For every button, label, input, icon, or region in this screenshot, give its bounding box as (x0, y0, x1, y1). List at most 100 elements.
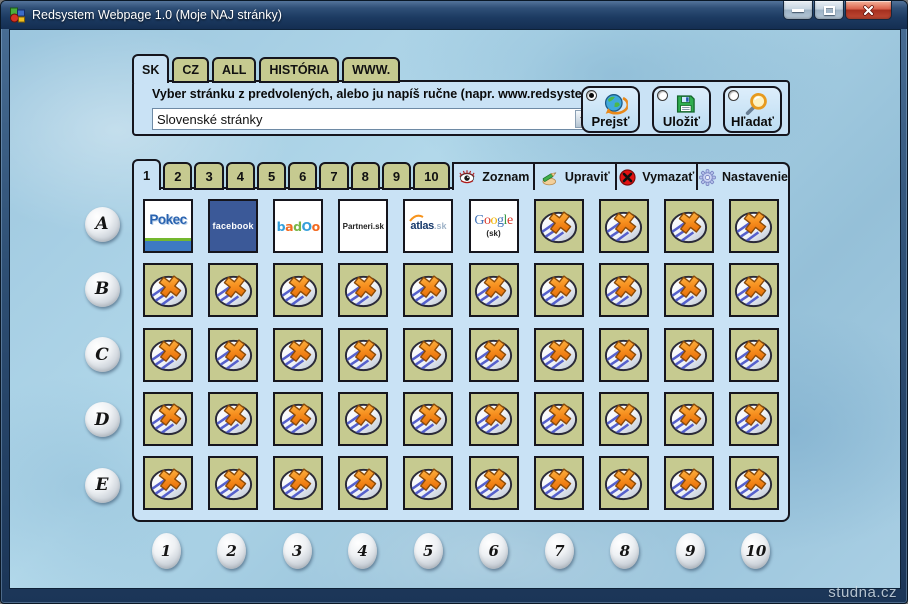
col-button-2[interactable]: 2 (217, 533, 247, 569)
empty-slot-cell-c10[interactable] (728, 327, 779, 382)
row-button-d[interactable]: D (84, 402, 120, 438)
row-button-c[interactable]: C (84, 337, 120, 372)
site-cell-facebook[interactable]: facebook (208, 199, 259, 253)
empty-slot-cell-c9[interactable] (663, 327, 714, 382)
empty-slot-cell-b2[interactable] (208, 263, 259, 318)
empty-slot-cell-b8[interactable] (598, 263, 649, 318)
delete-tool[interactable]: Vymazať (614, 164, 696, 190)
col-button-9[interactable]: 9 (675, 533, 705, 569)
maximize-button[interactable] (814, 1, 844, 20)
empty-slot-cell-e9[interactable] (663, 456, 714, 510)
tab-www[interactable]: WWW. (342, 57, 401, 83)
badoo-logo-letter: O (301, 218, 313, 234)
col-button-3[interactable]: 3 (282, 533, 312, 569)
page-tab-9[interactable]: 9 (381, 162, 412, 190)
save-button[interactable]: Uložiť (652, 86, 711, 133)
save-radio[interactable] (657, 90, 668, 101)
row-button-b[interactable]: B (84, 271, 120, 307)
search-radio[interactable] (728, 90, 739, 101)
empty-slot-cell-d8[interactable] (598, 391, 649, 446)
site-cell-partneri[interactable]: Partneri.sk (338, 199, 389, 253)
go-radio[interactable] (586, 90, 597, 101)
page-tab-1[interactable]: 1 (132, 159, 162, 190)
empty-slot-cell-e2[interactable] (208, 456, 259, 510)
close-button[interactable] (845, 1, 892, 20)
empty-slot-cell-b6[interactable] (468, 263, 519, 318)
page-tab-7[interactable]: 7 (319, 162, 349, 190)
empty-slot-cell-c2[interactable] (208, 327, 259, 382)
tab-cz[interactable]: CZ (172, 57, 210, 83)
list-tool[interactable]: Zoznam (454, 164, 533, 190)
empty-slot-cell-d1[interactable] (143, 391, 193, 446)
col-button-4[interactable]: 4 (348, 533, 378, 569)
watermark: studna.cz (828, 584, 897, 601)
row-button-a[interactable]: A (84, 206, 120, 242)
col-button-6[interactable]: 6 (479, 533, 509, 569)
empty-slot-cell-b1[interactable] (143, 263, 193, 318)
empty-slot-cell-a8[interactable] (598, 199, 649, 253)
empty-slot-cell-b3[interactable] (273, 263, 324, 318)
site-cell-pokec[interactable]: Pokec (143, 199, 193, 253)
page-tab-4[interactable]: 4 (225, 162, 255, 190)
col-button-1[interactable]: 1 (151, 533, 181, 569)
empty-slot-cell-c3[interactable] (273, 327, 324, 382)
empty-slot-cell-b5[interactable] (403, 263, 454, 318)
empty-slot-cell-e6[interactable] (468, 456, 519, 510)
search-button[interactable]: Hľadať (723, 86, 782, 133)
page-tab-6[interactable]: 6 (288, 162, 318, 190)
empty-slot-cell-d2[interactable] (208, 391, 259, 446)
empty-slot-cell-c6[interactable] (468, 327, 519, 382)
pokec-logo: Pokec (145, 201, 191, 251)
empty-slot-cell-d7[interactable] (533, 391, 584, 446)
empty-slot-cell-a10[interactable] (728, 199, 779, 253)
empty-slot-cell-b4[interactable] (338, 263, 389, 318)
empty-slot-cell-a9[interactable] (663, 199, 714, 253)
empty-slot-cell-b9[interactable] (663, 263, 714, 318)
empty-slot-cell-e10[interactable] (728, 456, 779, 510)
col-button-7[interactable]: 7 (544, 533, 574, 569)
settings-tool[interactable]: Nastavenie (695, 164, 788, 190)
go-button[interactable]: Prejsť (581, 86, 640, 133)
empty-slot-cell-d4[interactable] (338, 391, 389, 446)
empty-slot-cell-e5[interactable] (403, 456, 454, 510)
empty-slot-cell-e1[interactable] (143, 456, 193, 510)
puzzle-icon (735, 339, 773, 372)
empty-slot-cell-d9[interactable] (663, 391, 714, 446)
empty-slot-cell-c7[interactable] (533, 327, 584, 382)
page-tab-5[interactable]: 5 (256, 162, 287, 190)
site-cell-badoo[interactable]: badOo (273, 199, 324, 253)
empty-slot-cell-b10[interactable] (728, 263, 779, 318)
empty-slot-cell-d3[interactable] (273, 391, 324, 446)
empty-slot-cell-c1[interactable] (143, 327, 193, 382)
page-tab-10[interactable]: 10 (413, 162, 450, 190)
empty-slot-cell-a7[interactable] (533, 199, 584, 253)
page-tab-3[interactable]: 3 (194, 162, 224, 190)
empty-slot-cell-c8[interactable] (598, 327, 649, 382)
empty-slot-cell-e7[interactable] (533, 456, 584, 510)
page-tab-8[interactable]: 8 (350, 162, 380, 190)
col-button-8[interactable]: 8 (610, 533, 640, 569)
tab-sk[interactable]: SK (132, 54, 170, 83)
empty-slot-cell-c4[interactable] (338, 327, 389, 382)
site-combobox[interactable]: Slovenské stránky (152, 108, 594, 130)
empty-slot-cell-d10[interactable] (728, 391, 779, 446)
empty-slot-cell-e3[interactable] (273, 456, 324, 510)
tab-all[interactable]: ALL (212, 57, 257, 83)
empty-slot-cell-d5[interactable] (403, 391, 454, 446)
minimize-button[interactable] (783, 1, 813, 20)
empty-slot-cell-e4[interactable] (338, 456, 389, 510)
col-button-10[interactable]: 10 (741, 533, 771, 569)
row-slot-c: C (82, 328, 122, 382)
empty-slot-cell-d6[interactable] (468, 391, 519, 446)
col-slot-6: 6 (469, 533, 519, 569)
site-cell-atlas[interactable]: atlas .sk (403, 199, 454, 253)
row-button-e[interactable]: E (84, 467, 120, 503)
col-button-5[interactable]: 5 (413, 533, 443, 569)
edit-tool[interactable]: Upraviť (533, 164, 614, 190)
tab-histria[interactable]: HISTÓRIA (259, 57, 340, 83)
site-cell-google[interactable]: Google (sk) (468, 199, 519, 253)
empty-slot-cell-c5[interactable] (403, 327, 454, 382)
empty-slot-cell-b7[interactable] (533, 263, 584, 318)
empty-slot-cell-e8[interactable] (598, 456, 649, 510)
page-tab-2[interactable]: 2 (163, 162, 193, 190)
